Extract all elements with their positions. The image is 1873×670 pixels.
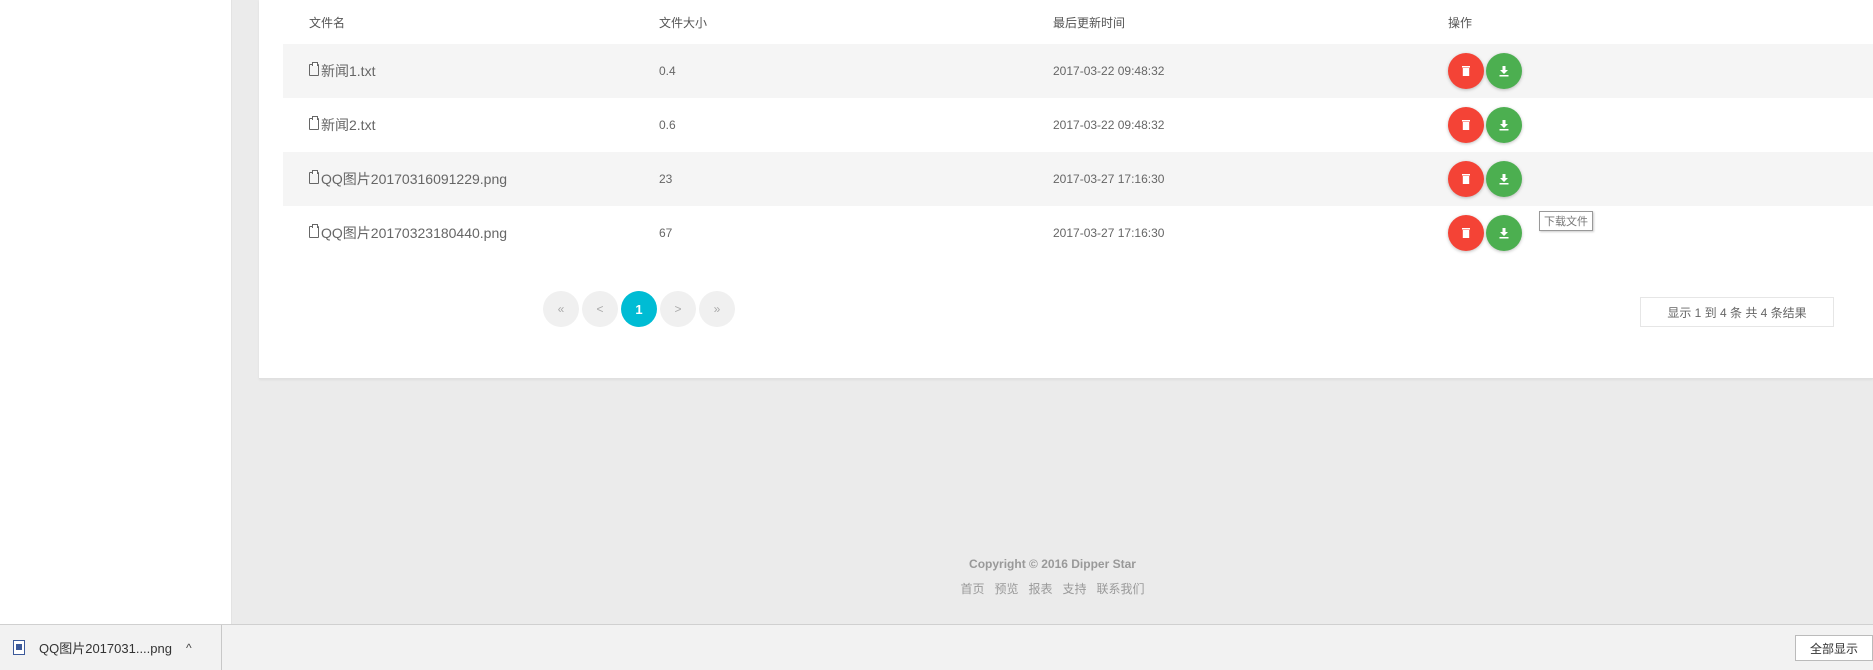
file-size: 0.4 bbox=[659, 64, 676, 78]
file-name-cell: QQ图片20170316091229.png bbox=[283, 169, 659, 189]
file-name: QQ图片20170323180440.png bbox=[321, 225, 508, 241]
download-button[interactable] bbox=[1486, 161, 1522, 197]
footer-copyright: Copyright © 2016 Dipper Star bbox=[969, 557, 1136, 571]
page-current-button[interactable]: 1 bbox=[621, 291, 657, 327]
file-size: 0.6 bbox=[659, 118, 676, 132]
header-updated: 最后更新时间 bbox=[1053, 15, 1126, 30]
table-header: 文件名 文件大小 最后更新时间 操作 bbox=[283, 0, 1873, 44]
file-table: 文件名 文件大小 最后更新时间 操作 新闻1.txt 0.4 2017-03-2… bbox=[283, 0, 1873, 260]
download-button[interactable] bbox=[1486, 107, 1522, 143]
row-actions bbox=[1448, 161, 1873, 197]
table-row: 新闻1.txt 0.4 2017-03-22 09:48:32 bbox=[283, 44, 1873, 98]
row-actions bbox=[1448, 107, 1873, 143]
page-prev-button[interactable]: < bbox=[582, 291, 618, 327]
file-updated: 2017-03-27 17:16:30 bbox=[1053, 172, 1165, 186]
file-updated: 2017-03-27 17:16:30 bbox=[1053, 226, 1165, 240]
file-icon bbox=[309, 116, 319, 130]
footer-link-preview[interactable]: 预览 bbox=[994, 580, 1018, 597]
file-icon bbox=[309, 170, 319, 184]
trash-icon bbox=[1462, 228, 1470, 238]
footer-link-contact[interactable]: 联系我们 bbox=[1097, 580, 1145, 597]
main-content: 文件名 文件大小 最后更新时间 操作 新闻1.txt 0.4 2017-03-2… bbox=[232, 0, 1873, 624]
download-icon bbox=[1499, 174, 1509, 185]
page-last-button[interactable]: » bbox=[699, 291, 735, 327]
page-next-button[interactable]: > bbox=[660, 291, 696, 327]
download-item[interactable]: QQ图片2017031....png ^ bbox=[0, 624, 222, 670]
trash-icon bbox=[1462, 174, 1470, 184]
header-actions: 操作 bbox=[1448, 15, 1473, 30]
row-actions bbox=[1448, 53, 1873, 89]
pagination: « < 1 > » bbox=[543, 291, 738, 327]
file-name-cell: 新闻1.txt bbox=[283, 61, 659, 81]
download-icon bbox=[1499, 66, 1509, 77]
file-name-cell: QQ图片20170323180440.png bbox=[283, 223, 659, 243]
file-size: 23 bbox=[659, 172, 673, 186]
delete-button[interactable] bbox=[1448, 107, 1484, 143]
result-info: 显示 1 到 4 条 共 4 条结果 bbox=[1640, 297, 1834, 327]
sidebar bbox=[0, 0, 232, 624]
file-updated: 2017-03-22 09:48:32 bbox=[1053, 118, 1165, 132]
delete-button[interactable] bbox=[1448, 215, 1484, 251]
chevron-up-icon[interactable]: ^ bbox=[186, 641, 192, 655]
page-first-button[interactable]: « bbox=[543, 291, 579, 327]
footer-links: 首页 预览 报表 支持 联系我们 bbox=[232, 580, 1873, 597]
download-tooltip: 下载文件 bbox=[1539, 211, 1593, 231]
download-button[interactable] bbox=[1486, 53, 1522, 89]
delete-button[interactable] bbox=[1448, 53, 1484, 89]
download-button[interactable] bbox=[1486, 215, 1522, 251]
footer-link-home[interactable]: 首页 bbox=[960, 580, 984, 597]
table-row: QQ图片20170316091229.png 23 2017-03-27 17:… bbox=[283, 152, 1873, 206]
file-name: 新闻1.txt bbox=[321, 63, 376, 79]
delete-button[interactable] bbox=[1448, 161, 1484, 197]
file-name: 新闻2.txt bbox=[321, 117, 376, 133]
download-bar: QQ图片2017031....png ^ 全部显示 bbox=[0, 624, 1873, 670]
header-filesize: 文件大小 bbox=[659, 15, 708, 30]
show-all-button[interactable]: 全部显示 bbox=[1794, 635, 1873, 661]
trash-icon bbox=[1462, 120, 1470, 130]
file-updated: 2017-03-22 09:48:32 bbox=[1053, 64, 1165, 78]
table-row: 新闻2.txt 0.6 2017-03-22 09:48:32 bbox=[283, 98, 1873, 152]
table-row: QQ图片20170323180440.png 67 2017-03-27 17:… bbox=[283, 206, 1873, 260]
file-icon bbox=[309, 62, 319, 76]
download-icon bbox=[1499, 120, 1509, 131]
download-file-name: QQ图片2017031....png bbox=[39, 641, 172, 656]
image-file-icon bbox=[13, 640, 25, 655]
file-list-card: 文件名 文件大小 最后更新时间 操作 新闻1.txt 0.4 2017-03-2… bbox=[259, 0, 1873, 379]
file-icon bbox=[309, 224, 319, 238]
header-filename: 文件名 bbox=[309, 15, 346, 30]
file-name: QQ图片20170316091229.png bbox=[321, 171, 508, 187]
download-icon bbox=[1499, 228, 1509, 239]
file-name-cell: 新闻2.txt bbox=[283, 115, 659, 135]
footer-link-report[interactable]: 报表 bbox=[1028, 580, 1052, 597]
trash-icon bbox=[1462, 66, 1470, 76]
row-actions bbox=[1448, 215, 1873, 251]
footer-link-support[interactable]: 支持 bbox=[1063, 580, 1087, 597]
file-size: 67 bbox=[659, 226, 673, 240]
